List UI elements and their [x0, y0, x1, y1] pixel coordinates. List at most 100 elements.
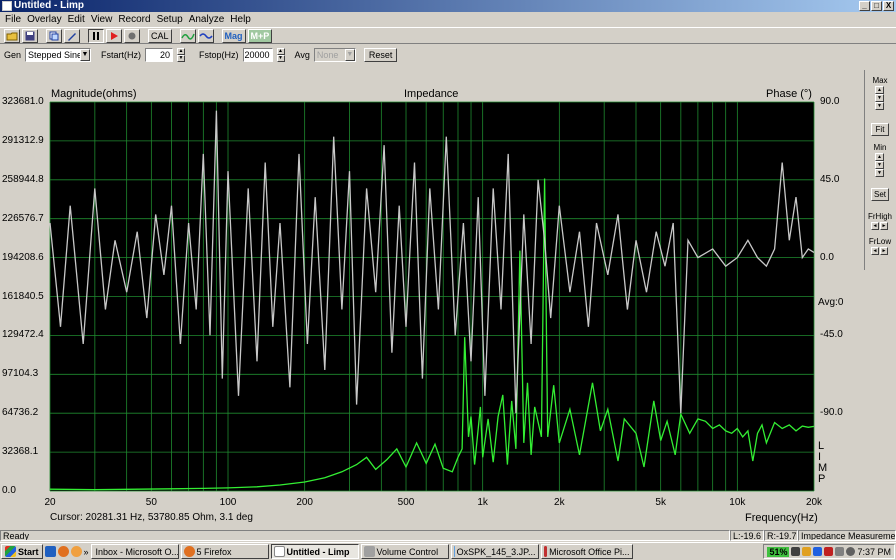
task-firefox[interactable]: 5 Firefox [180, 544, 269, 559]
scale-panel: Max ▲ ▼ ▼ Fit Min ▲ ▼ ▼ Set FrHigh ◄ ► FrLow … [864, 70, 894, 270]
cursor-readout: Cursor: 20281.31 Hz, 53780.85 Ohm, 3.1 d… [50, 512, 253, 523]
firefox-icon[interactable] [57, 546, 69, 557]
system-tray: 51% 7:37 PM [763, 544, 895, 559]
limp-app-icon [273, 546, 285, 557]
magnitude-tick-label: 226576.7 [2, 212, 44, 224]
folder-icon [6, 32, 18, 40]
frequency-tick-label: 500 [397, 497, 415, 508]
side-letter: P [818, 473, 826, 485]
magnitude-axis-label: Magnitude(ohms) [51, 88, 137, 100]
frequency-tick-label: 20k [805, 497, 823, 508]
frhigh-buttons[interactable]: ◄ ► [871, 222, 888, 230]
mag-label: Mag [224, 30, 243, 41]
task-image[interactable]: OxSPK_145_3.JP... [450, 544, 539, 559]
volume-icon[interactable] [835, 547, 845, 556]
frequency-tick-label: 200 [296, 497, 313, 508]
fstart-spinner[interactable]: ▲ ▼ [177, 47, 186, 62]
avg-select[interactable]: None ▼ [313, 47, 356, 62]
quicklaunch-more[interactable]: » [84, 547, 89, 557]
gen-select[interactable]: Stepped Sine ▼ [25, 47, 92, 62]
plot-title: Impedance [404, 88, 459, 100]
open-file-button[interactable] [4, 28, 20, 43]
frequency-tick-label: 5k [655, 497, 666, 508]
min-spinner[interactable]: ▲ ▼ ▼ [875, 153, 884, 177]
task-label: Inbox - Microsoft O... [95, 546, 179, 557]
task-label: Microsoft Office Pi... [549, 546, 630, 557]
task-label: OxSPK_145_3.JP... [456, 546, 536, 557]
mag-phase-button[interactable]: M+P [247, 28, 273, 43]
reset-button[interactable]: Reset [363, 47, 398, 62]
phase-tick-label: -45.0 [820, 329, 843, 341]
browser-icon[interactable] [70, 546, 82, 557]
network-icon[interactable] [802, 547, 812, 556]
min-label: Min [873, 143, 887, 152]
window-controls: _ □ X [859, 1, 894, 11]
status-right-level: R:-19.7 [764, 530, 798, 541]
set-button[interactable]: Set [871, 188, 889, 201]
chevron-down-icon: ▼ [344, 48, 355, 61]
frequency-tick-label: 1k [477, 497, 488, 508]
frequency-tick-label: 20 [44, 497, 56, 508]
menu-analyze[interactable]: Analyze [186, 13, 228, 26]
frequency-tick-label: 100 [219, 497, 237, 508]
menu-overlay[interactable]: Overlay [24, 13, 64, 26]
chevron-down-icon: ▼ [80, 48, 91, 61]
overlay-button[interactable] [46, 28, 62, 43]
fstop-label: Fstop(Hz) [199, 49, 239, 60]
task-inbox[interactable]: Inbox - Microsoft O... [90, 544, 179, 559]
close-button[interactable]: X [883, 1, 894, 11]
start-label: Start [18, 546, 39, 557]
task-office-picture[interactable]: Microsoft Office Pi... [540, 544, 633, 559]
play-button[interactable] [106, 28, 122, 43]
cal-button[interactable]: CAL [148, 28, 172, 43]
menu-edit[interactable]: Edit [65, 13, 88, 26]
phase-axis-label: Phase (°) [766, 88, 812, 100]
pause-button[interactable] [88, 28, 104, 43]
menu-help[interactable]: Help [227, 13, 254, 26]
fit-button[interactable]: Fit [871, 123, 889, 136]
firefox-icon [183, 546, 195, 557]
maximize-button[interactable]: □ [871, 1, 882, 11]
start-button[interactable]: Start [1, 544, 43, 559]
menu-file[interactable]: File [2, 13, 24, 26]
save-button[interactable] [22, 28, 38, 43]
frlow-buttons[interactable]: ◄ ► [871, 247, 888, 255]
magnitude-tick-label: 64736.2 [2, 407, 39, 419]
image-icon [453, 546, 455, 557]
menu-view[interactable]: View [88, 13, 116, 26]
frlow-label: FrLow [868, 237, 892, 246]
impedance-plot[interactable] [0, 84, 862, 530]
menu-record[interactable]: Record [115, 13, 153, 26]
control-bar: Gen Stepped Sine ▼ Fstart(Hz) 20 ▲ ▼ Fsto… [0, 45, 896, 64]
fstop-input[interactable]: 20000 [242, 47, 273, 62]
desktop-icon[interactable] [44, 546, 56, 557]
clock: 7:37 PM [857, 546, 891, 557]
mag-button[interactable]: Mag [221, 28, 246, 43]
task-limp[interactable]: Untitled - Limp [270, 544, 359, 559]
title-bar: Untitled - Limp _ □ X [0, 0, 896, 12]
minimize-button[interactable]: _ [859, 1, 870, 11]
stop-button[interactable] [124, 28, 140, 43]
gen-label: Gen [4, 49, 22, 60]
max-label: Max [872, 76, 888, 85]
messenger-icon[interactable] [813, 547, 823, 556]
battery-indicator[interactable]: 51% [767, 546, 790, 557]
max-spinner[interactable]: ▲ ▼ ▼ [875, 86, 884, 110]
plug-icon[interactable] [791, 547, 801, 556]
app-icon [2, 1, 12, 11]
fstop-spinner[interactable]: ▲ ▼ [276, 47, 285, 62]
fstart-input[interactable]: 20 [145, 47, 174, 62]
frhigh-label: FrHigh [867, 212, 892, 221]
frequency-axis-label: Frequency(Hz) [745, 512, 818, 524]
spectrum-button[interactable] [179, 28, 196, 43]
clock-icon[interactable] [846, 547, 856, 556]
taskbar: Start » Inbox - Microsoft O... 5 Firefox… [0, 542, 896, 560]
edit-overlay-button[interactable] [64, 28, 80, 43]
magnitude-tick-label: 129472.4 [2, 329, 44, 341]
magnitude-tick-label: 258944.8 [2, 173, 44, 185]
scope-button[interactable] [197, 28, 214, 43]
task-volume[interactable]: Volume Control [360, 544, 449, 559]
shield-icon[interactable] [824, 547, 834, 556]
menu-setup[interactable]: Setup [154, 13, 186, 26]
phase-tick-label: 90.0 [820, 96, 840, 107]
